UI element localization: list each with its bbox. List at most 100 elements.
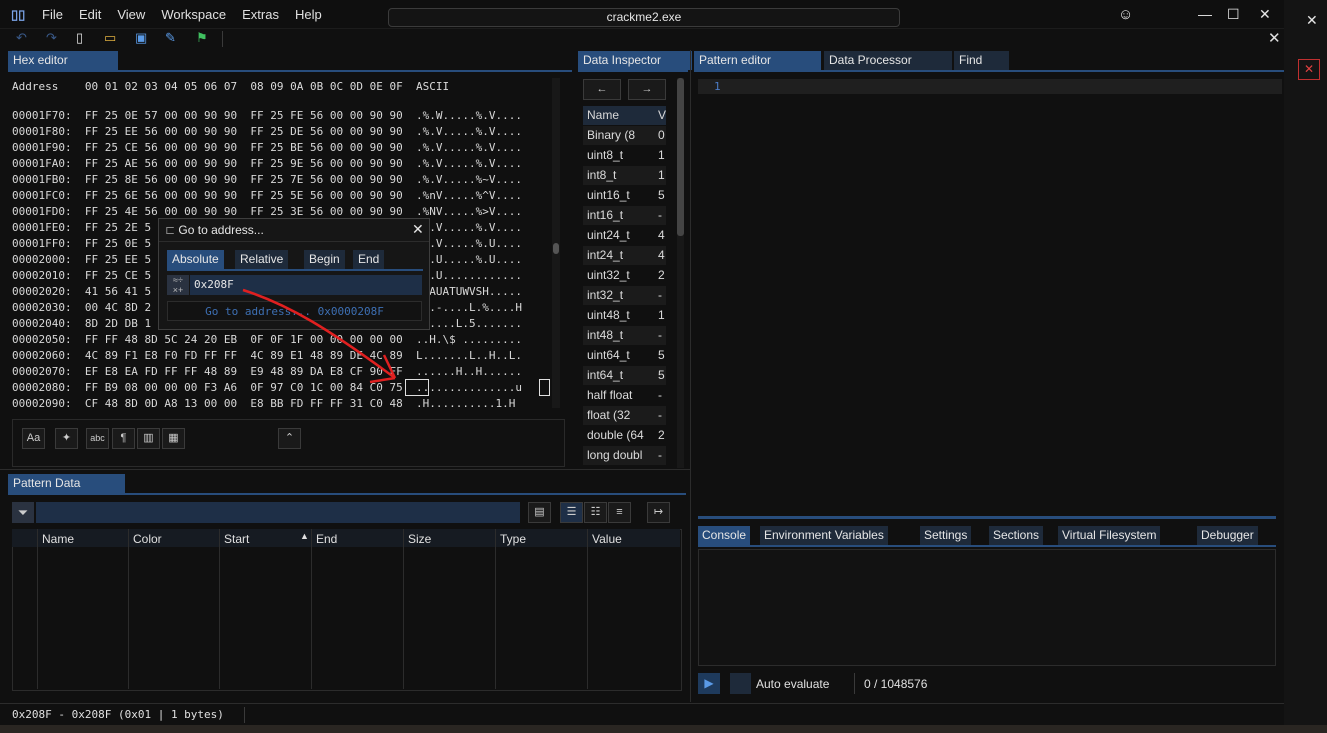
inspector-type-name: long doubl — [587, 448, 643, 462]
tab-virtual-filesystem[interactable]: Virtual Filesystem — [1058, 526, 1161, 545]
inspector-row[interactable]: uint24_t 4 — [583, 226, 666, 245]
col-start[interactable]: Start — [224, 531, 249, 547]
inspector-row[interactable]: int24_t 4 — [583, 246, 666, 265]
bottom-tab-line — [698, 545, 1276, 547]
inspector-type-value: 0 — [658, 128, 665, 142]
inspector-type-value: - — [658, 448, 662, 462]
inspector-type-name: int16_t — [587, 208, 624, 222]
col-divider — [219, 529, 220, 689]
background-close-icon[interactable]: ✕ — [1306, 12, 1318, 29]
tab-find[interactable]: Find — [954, 51, 1009, 70]
pattern-data-tab-line — [8, 493, 686, 495]
tab-environment-variables[interactable]: Environment Variables — [760, 526, 888, 545]
inspector-type-name: int48_t — [587, 328, 624, 342]
splitter[interactable] — [698, 516, 1276, 519]
inspector-type-value: - — [658, 328, 662, 342]
tab-pattern-data[interactable]: Pattern Data — [8, 474, 125, 493]
inspector-type-name: half float — [587, 388, 633, 402]
auto-evaluate-label: Auto evaluate — [756, 677, 830, 691]
inspector-row[interactable]: int16_t - — [583, 206, 666, 225]
align-left-icon[interactable]: ☰ — [560, 502, 583, 523]
inspector-row[interactable]: uint64_t 5 — [583, 346, 666, 365]
inspector-type-value: 5 — [658, 368, 665, 382]
status-divider — [244, 707, 245, 723]
align-tree-icon[interactable]: ☷ — [584, 502, 607, 523]
inspector-row[interactable]: int8_t 1 — [583, 166, 666, 185]
tab-pattern-editor[interactable]: Pattern editor — [694, 51, 821, 70]
tab-settings[interactable]: Settings — [920, 526, 972, 545]
inspector-row[interactable]: uint16_t 5 — [583, 186, 666, 205]
inspector-row[interactable]: half float - — [583, 386, 666, 405]
sort-asc-icon[interactable]: ▲ — [300, 531, 309, 541]
tab-console[interactable]: Console — [698, 526, 751, 545]
col-color[interactable]: Color — [133, 531, 162, 547]
col-size[interactable]: Size — [408, 531, 431, 547]
inspector-row[interactable]: int48_t - — [583, 326, 666, 345]
console-output[interactable] — [698, 549, 1276, 666]
tab-debugger[interactable]: Debugger — [1197, 526, 1258, 545]
tree-view-icon[interactable]: ▤ — [528, 502, 551, 523]
inspector-type-value: 2 — [658, 268, 665, 282]
inspector-row[interactable]: Binary (8 0 — [583, 126, 666, 145]
pattern-table — [12, 529, 682, 691]
col-divider — [128, 529, 129, 689]
col-value[interactable]: Value — [592, 531, 622, 547]
inspector-type-name: float (32 — [587, 408, 631, 422]
col-name[interactable]: Name — [42, 531, 74, 547]
tab-sections[interactable]: Sections — [989, 526, 1044, 545]
pattern-filter-input[interactable] — [36, 502, 520, 523]
inspector-type-value: 1 — [658, 148, 665, 162]
inspector-row[interactable]: uint48_t 1 — [583, 306, 666, 325]
inspector-type-name: uint32_t — [587, 268, 630, 282]
inspector-forward-icon[interactable]: → — [628, 79, 666, 100]
inspector-type-value: 5 — [658, 188, 665, 202]
inspector-row[interactable]: long doubl - — [583, 446, 666, 465]
status-bar: 0x208F - 0x208F (0x01 | 1 bytes) — [0, 703, 1284, 726]
col-divider — [311, 529, 312, 689]
tab-data-processor[interactable]: Data Processor — [824, 51, 952, 70]
console-divider — [854, 673, 855, 694]
inspector-row[interactable]: uint8_t 1 — [583, 146, 666, 165]
inspector-row[interactable]: float (32 - — [583, 406, 666, 425]
inspector-row[interactable]: double (64 2 — [583, 426, 666, 445]
inspector-type-name: uint64_t — [587, 348, 630, 362]
inspector-row[interactable]: int32_t - — [583, 286, 666, 305]
separator-v — [690, 50, 691, 702]
auto-evaluate-checkbox[interactable] — [730, 673, 751, 694]
col-divider — [495, 529, 496, 689]
background-error-icon[interactable]: ✕ — [1298, 59, 1320, 80]
inspector-type-name: uint24_t — [587, 228, 630, 242]
inspector-type-value: - — [658, 388, 662, 402]
inspector-scroll-thumb[interactable] — [677, 78, 684, 236]
inspector-type-value: - — [658, 408, 662, 422]
inspector-type-value: 2 — [658, 428, 665, 442]
inspector-type-value: 5 — [658, 348, 665, 362]
run-icon[interactable]: ▶ — [698, 673, 720, 694]
col-end[interactable]: End — [316, 531, 337, 547]
tab-data-inspector[interactable]: Data Inspector — [578, 51, 692, 70]
filter-icon[interactable]: ⏷ — [12, 502, 34, 523]
inspector-type-name: uint8_t — [587, 148, 624, 162]
inspector-type-name: double (64 — [587, 428, 644, 442]
line-number: 1 — [714, 80, 721, 93]
status-selection: 0x208F - 0x208F (0x01 | 1 bytes) — [12, 708, 224, 721]
col-type[interactable]: Type — [500, 531, 526, 547]
inspector-col-value: V — [658, 108, 667, 122]
export-icon[interactable]: ↦ — [647, 502, 670, 523]
inspector-type-value: - — [658, 208, 662, 222]
pattern-editor-line[interactable] — [698, 79, 1282, 94]
inspector-type-value: 4 — [658, 248, 665, 262]
pattern-tab-line — [694, 70, 1284, 72]
inspector-back-icon[interactable]: ← — [583, 79, 621, 100]
console-counter: 0 / 1048576 — [864, 677, 928, 691]
align-list-icon[interactable]: ≡ — [608, 502, 631, 523]
inspector-row[interactable]: uint32_t 2 — [583, 266, 666, 285]
inspector-type-value: 4 — [658, 228, 665, 242]
inspector-row[interactable]: int64_t 5 — [583, 366, 666, 385]
inspector-type-value: 1 — [658, 168, 665, 182]
inspector-type-name: int32_t — [587, 288, 624, 302]
inspector-type-name: int8_t — [587, 168, 617, 182]
pattern-table-header — [12, 529, 680, 547]
col-divider — [37, 529, 38, 689]
inspector-tab-line — [578, 70, 688, 72]
